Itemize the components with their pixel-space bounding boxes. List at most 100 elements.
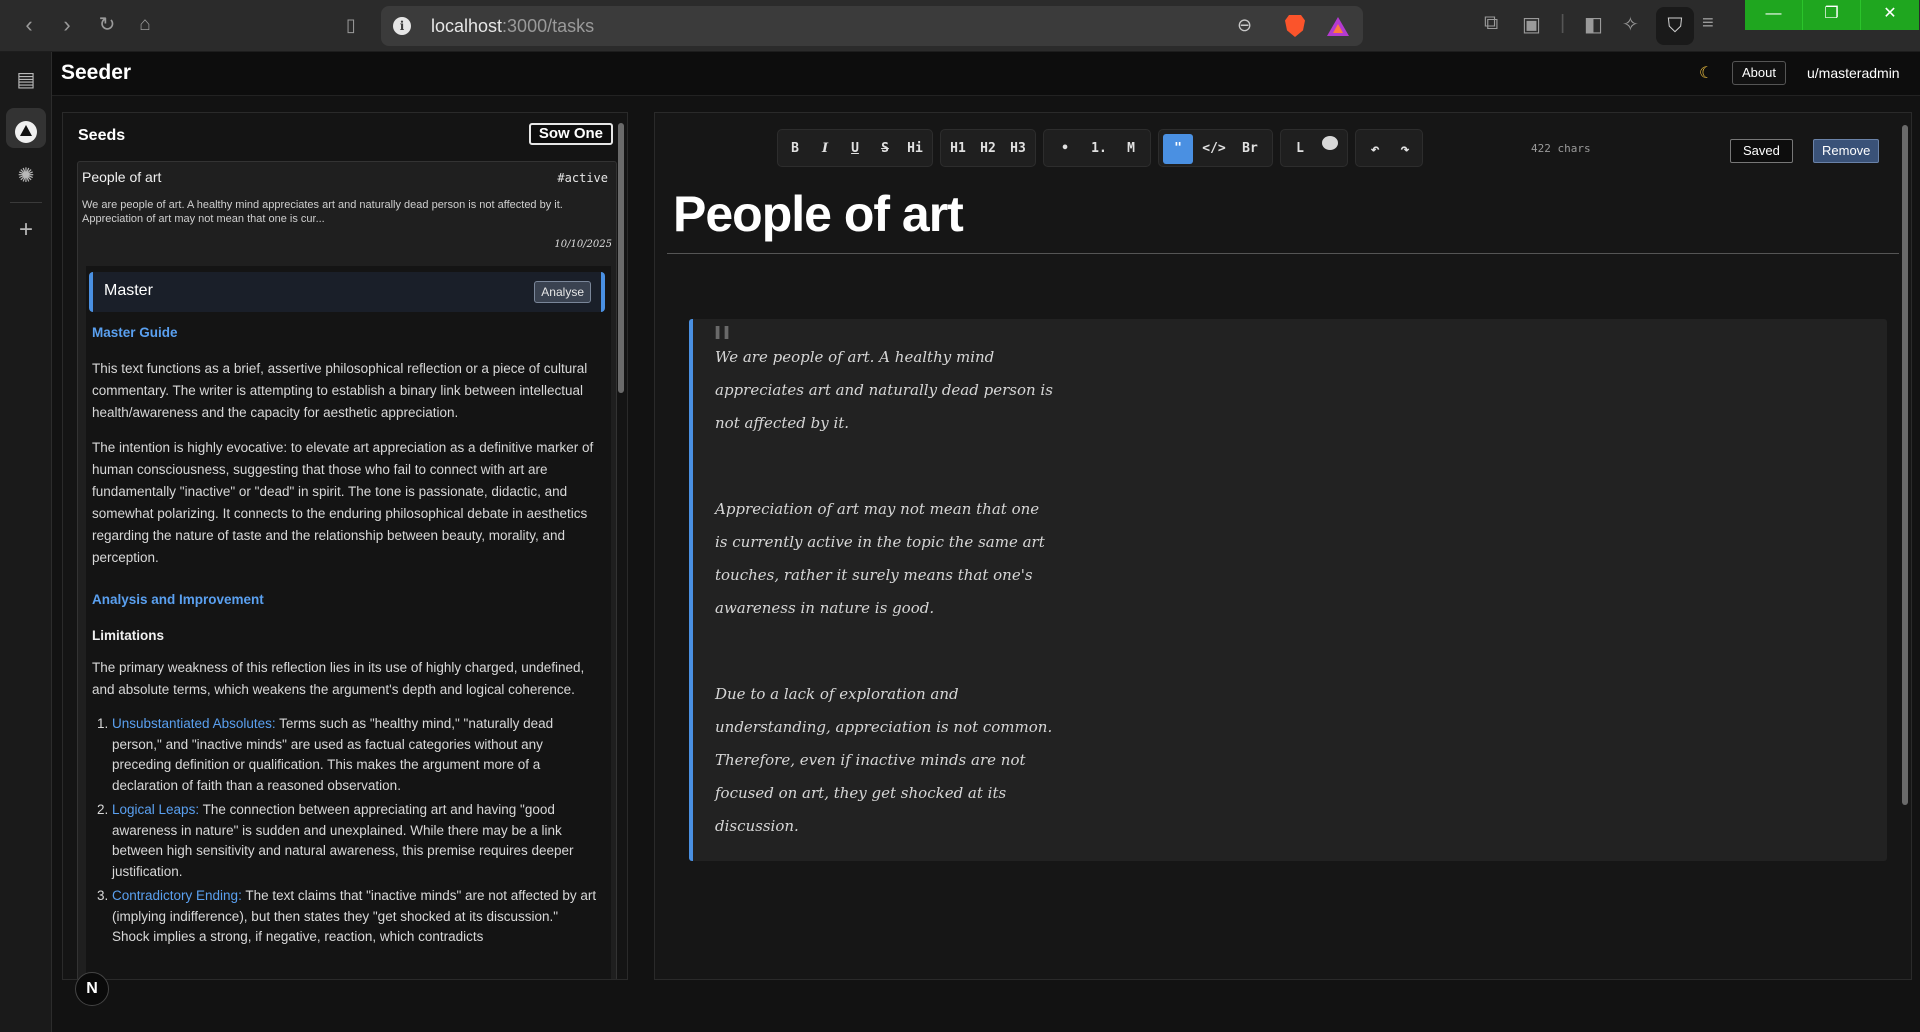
seeds-panel: Seeds Sow One People of art #active We a… <box>62 112 628 980</box>
list-item: Contradictory Ending: The text claims th… <box>112 886 598 948</box>
close-icon[interactable]: ✕ <box>1861 0 1919 30</box>
sow-one-button[interactable]: Sow One <box>528 123 613 145</box>
bullet-list-button[interactable]: • <box>1050 134 1080 164</box>
bookmark-icon[interactable]: ▯ <box>338 12 364 38</box>
remove-button[interactable]: Remove <box>1813 139 1880 163</box>
menu-icon[interactable]: ≡ <box>1702 12 1714 35</box>
h2-button[interactable]: H2 <box>973 134 1003 164</box>
site-info-icon[interactable]: i <box>393 17 411 35</box>
side-rail: ▤ ✺ + <box>0 52 52 1032</box>
analysis-paragraph: The intention is highly evocative: to el… <box>92 440 594 565</box>
limitations-heading: Limitations <box>92 628 165 643</box>
undo-button[interactable]: ↶ <box>1360 134 1390 164</box>
list-item-key: Logical Leaps: <box>112 802 200 817</box>
back-icon[interactable]: ‹ <box>16 12 42 38</box>
seed-excerpt: We are people of art. A healthy mind app… <box>82 199 563 225</box>
highlight-button[interactable]: Hi <box>900 134 930 164</box>
next-dev-badge[interactable]: N <box>75 972 109 1006</box>
analyse-button[interactable]: Analyse <box>534 281 591 303</box>
url-path: :3000/tasks <box>502 16 595 36</box>
m-button[interactable]: M <box>1116 134 1146 164</box>
restore-icon[interactable]: ❐ <box>1803 0 1861 30</box>
browser-chrome: ‹ › ↻ ⌂ ▯ i localhost:3000/tasks ⊖ ⧉ ▣ |… <box>0 0 1920 52</box>
color-toggle[interactable] <box>1315 134 1345 164</box>
leo-ai-icon[interactable]: ✧ <box>1622 12 1639 37</box>
scrollbar-thumb[interactable] <box>618 123 624 393</box>
about-button[interactable]: About <box>1732 61 1786 85</box>
master-title: Master <box>104 282 153 299</box>
blockquote-button[interactable]: " <box>1163 134 1193 164</box>
chatgpt-icon[interactable]: ✺ <box>10 160 42 192</box>
seeds-scrollbar[interactable] <box>617 113 625 979</box>
list-item: Unsubstantiated Absolutes: Terms such as… <box>112 714 598 796</box>
quote-paragraph: We are people of art. A healthy mind app… <box>715 348 1053 432</box>
h1-button[interactable]: H1 <box>943 134 973 164</box>
editor-scrollbar[interactable] <box>1901 113 1909 979</box>
bold-button[interactable]: B <box>780 134 810 164</box>
editor-toolbar: B I U S Hi H1 H2 H3 • 1. M " </> Br L ↶ … <box>655 113 1911 169</box>
forward-icon[interactable]: › <box>54 12 80 38</box>
strike-button[interactable]: S <box>870 134 900 164</box>
app-brand[interactable]: Seeder <box>61 61 131 85</box>
ordered-list-button[interactable]: 1. <box>1084 134 1114 164</box>
theme-toggle-icon[interactable]: ☾ <box>1699 63 1713 83</box>
brave-rewards-icon[interactable] <box>1327 17 1349 36</box>
analysis-paragraph: This text functions as a brief, assertiv… <box>92 361 588 420</box>
heading-group: H1 H2 H3 <box>940 129 1036 167</box>
url-text[interactable]: localhost:3000/tasks <box>431 16 594 37</box>
url-host: localhost <box>431 16 503 36</box>
quote-paragraph: Due to a lack of exploration and underst… <box>715 685 1053 835</box>
zoom-icon[interactable]: ⊖ <box>1237 15 1259 37</box>
title-divider <box>667 253 1899 254</box>
analysis-body: Master Guide This text functions as a br… <box>92 322 598 952</box>
link-button[interactable]: L <box>1285 134 1315 164</box>
line-break-button[interactable]: Br <box>1235 134 1265 164</box>
improvement-heading: Analysis and Improvement <box>92 592 264 607</box>
block-group: " </> Br <box>1158 129 1273 167</box>
underline-button[interactable]: U <box>840 134 870 164</box>
analysis-section: Master Analyse Master Guide This text fu… <box>86 266 611 979</box>
sidebar-toggle-icon[interactable]: ◧ <box>1584 12 1603 37</box>
limitations-list: Unsubstantiated Absolutes: Terms such as… <box>112 714 598 948</box>
list-item: Logical Leaps: The connection between ap… <box>112 800 598 882</box>
seed-date: 10/10/2025 <box>554 239 612 250</box>
format-group: B I U S Hi <box>777 129 933 167</box>
app-logo-icon[interactable] <box>6 108 46 148</box>
analysis-paragraph: The primary weakness of this reflection … <box>92 660 585 697</box>
blockquote[interactable]: " We are people of art. A healthy mind a… <box>689 317 1887 861</box>
misc-group: L <box>1280 129 1348 167</box>
triangle-icon <box>15 121 37 143</box>
main-area: Seeds Sow One People of art #active We a… <box>52 97 1920 1032</box>
list-item-key: Contradictory Ending: <box>112 888 242 903</box>
master-bar: Master Analyse <box>89 272 605 312</box>
seed-title: People of art <box>82 169 162 185</box>
user-link[interactable]: u/masteradmin <box>1807 65 1900 81</box>
seeds-heading: Seeds <box>78 127 126 144</box>
rail-divider <box>10 202 42 203</box>
page-search-icon[interactable]: ▣ <box>1522 12 1541 37</box>
vpn-shield-icon[interactable]: ⛉ <box>1656 7 1694 45</box>
home-icon[interactable]: ⌂ <box>132 12 158 38</box>
add-icon[interactable]: + <box>10 214 42 246</box>
redo-button[interactable]: ↷ <box>1390 134 1420 164</box>
color-dot-icon <box>1322 136 1338 150</box>
sidebar-panel-icon[interactable]: ▤ <box>10 64 42 96</box>
extensions-icon[interactable]: ⧉ <box>1484 12 1498 35</box>
saved-button[interactable]: Saved <box>1730 139 1793 163</box>
minimize-icon[interactable]: — <box>1745 0 1803 30</box>
list-item-key: Unsubstantiated Absolutes: <box>112 716 276 731</box>
blockquote-text[interactable]: We are people of art. A healthy mind app… <box>715 341 1055 896</box>
char-count: 422 chars <box>1531 142 1591 155</box>
italic-button[interactable]: I <box>810 134 840 164</box>
document-title[interactable]: People of art <box>673 185 964 243</box>
brave-shields-icon[interactable] <box>1285 15 1305 37</box>
app-header: Seeder ☾ About u/masteradmin <box>52 52 1920 96</box>
scrollbar-thumb[interactable] <box>1902 125 1908 805</box>
code-button[interactable]: </> <box>1199 134 1229 164</box>
h3-button[interactable]: H3 <box>1003 134 1033 164</box>
editor-panel: B I U S Hi H1 H2 H3 • 1. M " </> Br L ↶ … <box>654 112 1912 980</box>
toolbar-divider: | <box>1560 12 1566 34</box>
seed-card[interactable]: People of art #active We are people of a… <box>77 161 617 979</box>
reload-icon[interactable]: ↻ <box>94 12 120 38</box>
address-bar[interactable]: i localhost:3000/tasks ⊖ <box>381 6 1363 46</box>
